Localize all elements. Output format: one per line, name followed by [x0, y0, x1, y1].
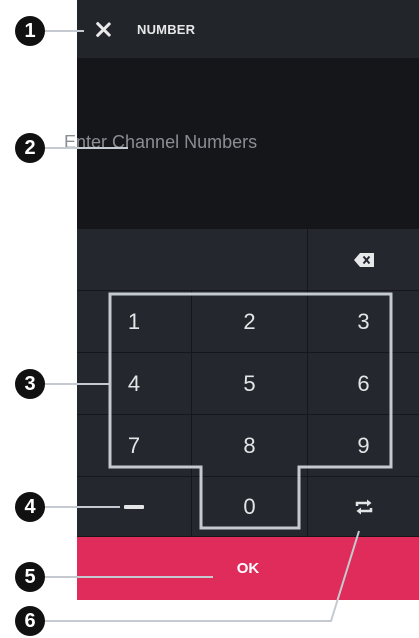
- backspace-button[interactable]: [308, 229, 419, 291]
- entered-number-field: [77, 229, 308, 291]
- key-4[interactable]: 4: [77, 353, 192, 415]
- key-1[interactable]: 1: [77, 291, 192, 353]
- key-6[interactable]: 6: [308, 353, 419, 415]
- key-7[interactable]: 7: [77, 415, 192, 477]
- key-9[interactable]: 9: [308, 415, 419, 477]
- swap-icon: [355, 499, 372, 514]
- callout-1: 1: [15, 16, 45, 46]
- callout-2: 2: [15, 133, 45, 163]
- key-0[interactable]: 0: [192, 477, 308, 537]
- swap-button[interactable]: [308, 477, 419, 537]
- callout-3: 3: [15, 369, 45, 399]
- keypad-row-4: 0: [77, 477, 419, 537]
- key-8[interactable]: 8: [192, 415, 308, 477]
- input-row: [77, 229, 419, 291]
- channel-number-placeholder: Enter Channel Numbers: [64, 132, 258, 152]
- ok-button[interactable]: OK: [77, 537, 419, 600]
- callout-5: 5: [15, 562, 45, 592]
- keypad-row-3: 7 8 9: [77, 415, 419, 477]
- dash-icon: [124, 504, 144, 509]
- dash-button[interactable]: [77, 477, 192, 537]
- keypad-row-2: 4 5 6: [77, 353, 419, 415]
- top-bar: NUMBER: [77, 0, 419, 58]
- key-5[interactable]: 5: [192, 353, 308, 415]
- keypad-row-1: 1 2 3: [77, 291, 419, 353]
- key-2[interactable]: 2: [192, 291, 308, 353]
- key-3[interactable]: 3: [308, 291, 419, 353]
- page-title: NUMBER: [137, 22, 196, 37]
- backspace-icon: [353, 252, 374, 267]
- number-entry-panel: NUMBER 1 2 3 4 5 6 7 8 9 0 OK: [77, 0, 419, 600]
- callout-4: 4: [15, 492, 45, 522]
- callout-6: 6: [15, 606, 45, 636]
- close-icon[interactable]: [95, 21, 112, 38]
